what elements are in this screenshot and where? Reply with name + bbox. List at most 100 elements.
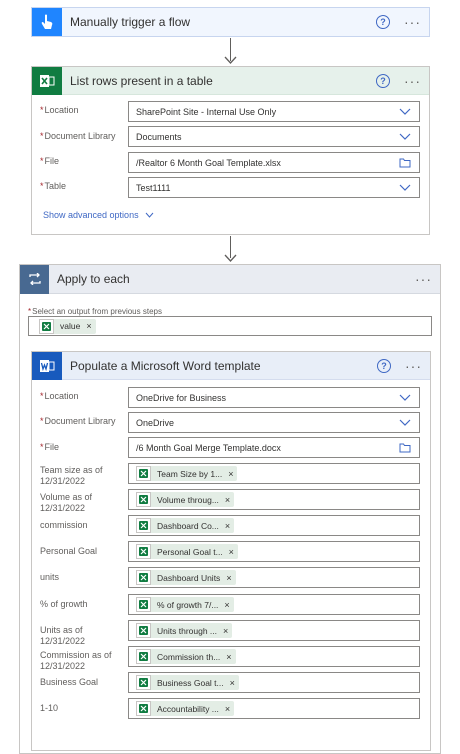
touch-hand-icon [32,8,62,36]
location-label: *Location [40,391,79,401]
list-rows-header[interactable]: List rows present in a table ? ··· [32,66,429,95]
dynamic-content-token[interactable]: Dashboard Units × [136,570,236,585]
apply-to-each-header[interactable]: Apply to each ··· [20,264,440,294]
populate-word-title: Populate a Microsoft Word template [70,358,261,373]
dynamic-content-token[interactable]: Volume throug... × [136,492,235,507]
document-library-label: *Document Library [40,416,116,426]
file-input[interactable]: /6 Month Goal Merge Template.docx [128,437,420,458]
excel-icon [136,649,151,664]
show-advanced-options-link[interactable]: Show advanced options [43,210,154,220]
table-dropdown[interactable]: Test1111 [128,177,420,198]
mapping-label: 1-10 [40,703,59,713]
remove-token-icon[interactable]: × [225,704,230,714]
document-library-label: *Document Library [40,131,116,141]
chevron-down-icon [145,212,153,218]
remove-token-icon[interactable]: × [226,652,231,662]
file-label: *File [40,156,60,166]
location-label: *Location [40,105,79,115]
mapping-input[interactable]: Business Goal t... × [128,672,420,693]
dynamic-content-token[interactable]: Dashboard Co... × [136,518,235,533]
excel-icon [136,570,151,585]
mapping-input[interactable]: % of growth 7/... × [128,594,420,615]
mapping-label: Personal Goal [40,546,98,556]
remove-token-icon[interactable]: × [86,321,91,331]
select-output-input[interactable]: value × [28,316,432,336]
dynamic-content-token[interactable]: Team Size by 1... × [136,466,238,481]
word-icon [32,351,62,380]
location-dropdown[interactable]: OneDrive for Business [128,387,420,408]
mapping-label: commission [40,520,88,530]
location-dropdown[interactable]: SharePoint Site - Internal Use Only [128,101,420,122]
mapping-input[interactable]: Volume throug... × [128,489,420,510]
document-library-dropdown[interactable]: Documents [128,126,420,147]
excel-icon [136,466,151,481]
mapping-input[interactable]: Units through ... × [128,620,420,641]
excel-icon [136,544,151,559]
remove-token-icon[interactable]: × [229,547,234,557]
trigger-title[interactable]: Manually trigger a flow [70,15,376,29]
excel-icon [136,492,151,507]
chevron-down-icon [395,108,415,115]
apply-to-each-title: Apply to each [57,272,130,286]
mapping-input[interactable]: Dashboard Units × [128,567,420,588]
excel-icon [39,318,54,334]
dynamic-content-token[interactable]: Accountability ... × [136,701,235,716]
mapping-input[interactable]: Team Size by 1... × [128,463,420,484]
chevron-down-icon [395,133,415,140]
more-options-icon[interactable]: ··· [405,359,422,373]
mapping-label: Team size as of 12/31/2022 [40,465,103,486]
chevron-down-icon [395,394,415,401]
chevron-down-icon [395,419,415,426]
dynamic-content-token[interactable]: Commission th... × [136,649,236,664]
table-label: *Table [40,181,67,191]
excel-icon [136,518,151,533]
populate-word-card: Populate a Microsoft Word template ? ···… [31,351,431,751]
mapping-label: units [40,572,60,582]
mapping-input[interactable]: Commission th... × [128,646,420,667]
folder-icon[interactable] [395,158,415,168]
mapping-label: Commission as of 12/31/2022 [40,650,112,671]
help-icon[interactable]: ? [377,358,391,373]
remove-token-icon[interactable]: × [223,626,228,636]
dynamic-content-token[interactable]: Units through ... × [136,623,233,638]
mapping-input[interactable]: Accountability ... × [128,698,420,719]
remove-token-icon[interactable]: × [230,678,235,688]
more-options-icon[interactable]: ··· [415,272,432,286]
help-icon[interactable]: ? [376,73,390,88]
dynamic-content-token[interactable]: Business Goal t... × [136,675,239,690]
remove-token-icon[interactable]: × [225,495,230,505]
file-label: *File [40,442,60,452]
more-options-icon[interactable]: ··· [404,15,421,29]
folder-icon[interactable] [395,443,415,453]
mapping-input[interactable]: Dashboard Co... × [128,515,420,536]
mapping-label: Units as of 12/31/2022 [40,625,86,646]
excel-icon [136,701,151,716]
remove-token-icon[interactable]: × [225,521,230,531]
apply-to-each-container: Apply to each ··· *Select an output from… [19,264,441,754]
excel-icon [32,66,62,95]
trigger-card[interactable]: Manually trigger a flow ? ··· [31,7,430,37]
arrow-head-icon [224,254,237,262]
remove-token-icon[interactable]: × [224,600,229,610]
mapping-label: Business Goal [40,677,99,687]
help-icon[interactable]: ? [376,15,390,29]
arrow-head-icon [224,56,237,64]
list-rows-title: List rows present in a table [70,73,213,88]
mapping-label: Volume as of 12/31/2022 [40,492,93,513]
list-rows-card: List rows present in a table ? ··· *Loca… [31,66,430,235]
file-input[interactable]: /Realtor 6 Month Goal Template.xlsx [128,152,420,173]
loop-icon [20,264,49,294]
mapping-label: % of growth [40,599,88,609]
populate-word-header[interactable]: Populate a Microsoft Word template ? ··· [32,351,430,380]
remove-token-icon[interactable]: × [228,469,233,479]
document-library-dropdown[interactable]: OneDrive [128,412,420,433]
dynamic-content-token[interactable]: Personal Goal t... × [136,544,238,559]
mapping-input[interactable]: Personal Goal t... × [128,541,420,562]
chevron-down-icon [395,184,415,191]
more-options-icon[interactable]: ··· [404,74,421,88]
value-token[interactable]: value × [39,318,96,334]
remove-token-icon[interactable]: × [226,573,231,583]
excel-icon [136,597,151,612]
dynamic-content-token[interactable]: % of growth 7/... × [136,597,234,612]
excel-icon [136,623,151,638]
